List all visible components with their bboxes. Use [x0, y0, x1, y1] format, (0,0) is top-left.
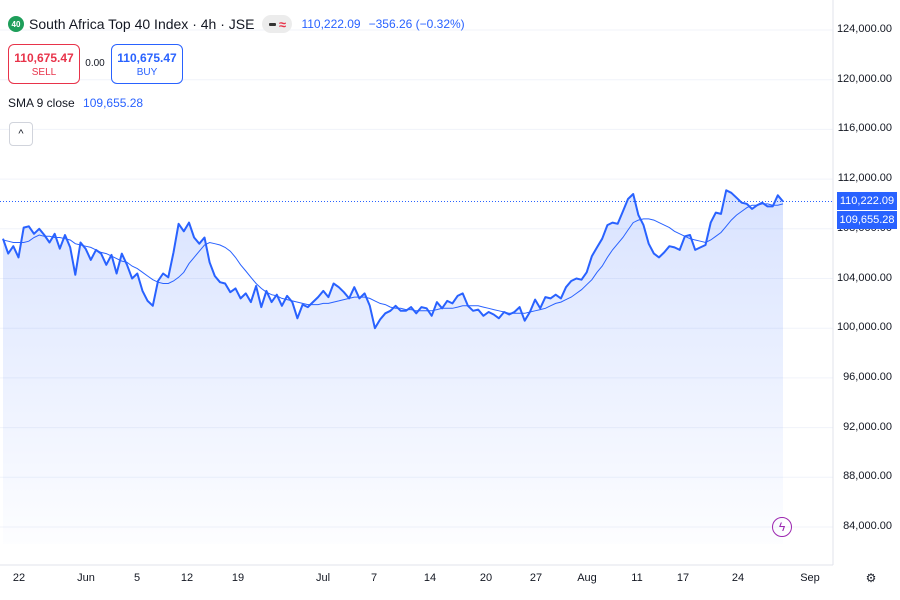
chart-header: 40 South Africa Top 40 Index · 4h · JSE …	[8, 12, 465, 36]
x-tick-label: 20	[479, 572, 493, 584]
x-tick-label: 5	[133, 572, 141, 584]
sell-price: 110,675.47	[14, 50, 74, 65]
header-last-price: 110,222.09	[301, 17, 361, 31]
x-tick-label: Aug	[577, 572, 597, 584]
sma-value: 109,655.28	[83, 96, 144, 110]
sell-label: SELL	[31, 66, 57, 78]
buy-price: 110,675.47	[117, 50, 177, 65]
buy-button[interactable]: 110,675.47 BUY	[111, 44, 183, 84]
x-tick-label: 14	[423, 572, 437, 584]
y-tick-label: 120,000.00	[836, 72, 892, 85]
wave-icon: ≈	[278, 16, 286, 32]
symbol-logo-icon[interactable]: 40	[8, 16, 24, 32]
collapse-legend-button[interactable]: ^	[9, 122, 33, 146]
minus-icon	[268, 22, 276, 26]
flash-button[interactable]: ϟ	[772, 517, 792, 537]
spread-value: 0.00	[85, 58, 105, 69]
x-tick-label: 11	[631, 572, 643, 584]
sell-button[interactable]: 110,675.47 SELL	[8, 44, 80, 84]
sma-legend[interactable]: SMA 9 close 109,655.28	[8, 96, 143, 110]
y-tick-label: 92,000.00	[843, 420, 892, 433]
chevron-up-icon: ^	[18, 128, 24, 140]
axis-settings-button[interactable]: ⚙	[864, 571, 878, 585]
price-chart[interactable]	[0, 0, 900, 600]
y-tick-label: 88,000.00	[843, 470, 892, 483]
x-tick-label: 12	[180, 572, 194, 584]
y-tick-label: 96,000.00	[843, 370, 892, 383]
symbol-title[interactable]: South Africa Top 40 Index · 4h · JSE	[29, 16, 254, 32]
x-tick-label: 7	[370, 572, 378, 584]
x-tick-label: Jun	[77, 572, 95, 584]
y-tick-label: 104,000.00	[836, 271, 892, 284]
last-price-tag: 110,222.09	[837, 192, 897, 211]
lightning-icon: ϟ	[778, 520, 786, 534]
x-tick-label: 19	[231, 572, 245, 584]
x-tick-label: Jul	[315, 572, 331, 584]
x-tick-label: 24	[731, 572, 745, 584]
y-tick-label: 84,000.00	[843, 520, 892, 532]
y-tick-label: 112,000.00	[837, 172, 892, 185]
sma-label: SMA 9 close	[8, 96, 75, 110]
price-area-fill	[3, 190, 783, 545]
header-price-change: −356.26 (−0.32%)	[368, 17, 465, 31]
x-tick-label: 22	[12, 572, 26, 584]
y-tick-label: 124,000.00	[836, 23, 892, 35]
x-tick-label: 27	[529, 572, 543, 584]
sma-price-tag: 109,655.28	[837, 211, 897, 230]
x-tick-label: Sep	[800, 572, 820, 584]
market-status-pill[interactable]: ≈	[262, 15, 293, 33]
gear-icon: ⚙	[865, 571, 877, 585]
y-tick-label: 100,000.00	[836, 321, 892, 334]
buy-label: BUY	[136, 66, 158, 78]
y-tick-label: 116,000.00	[837, 122, 892, 135]
x-tick-label: 17	[676, 572, 690, 584]
